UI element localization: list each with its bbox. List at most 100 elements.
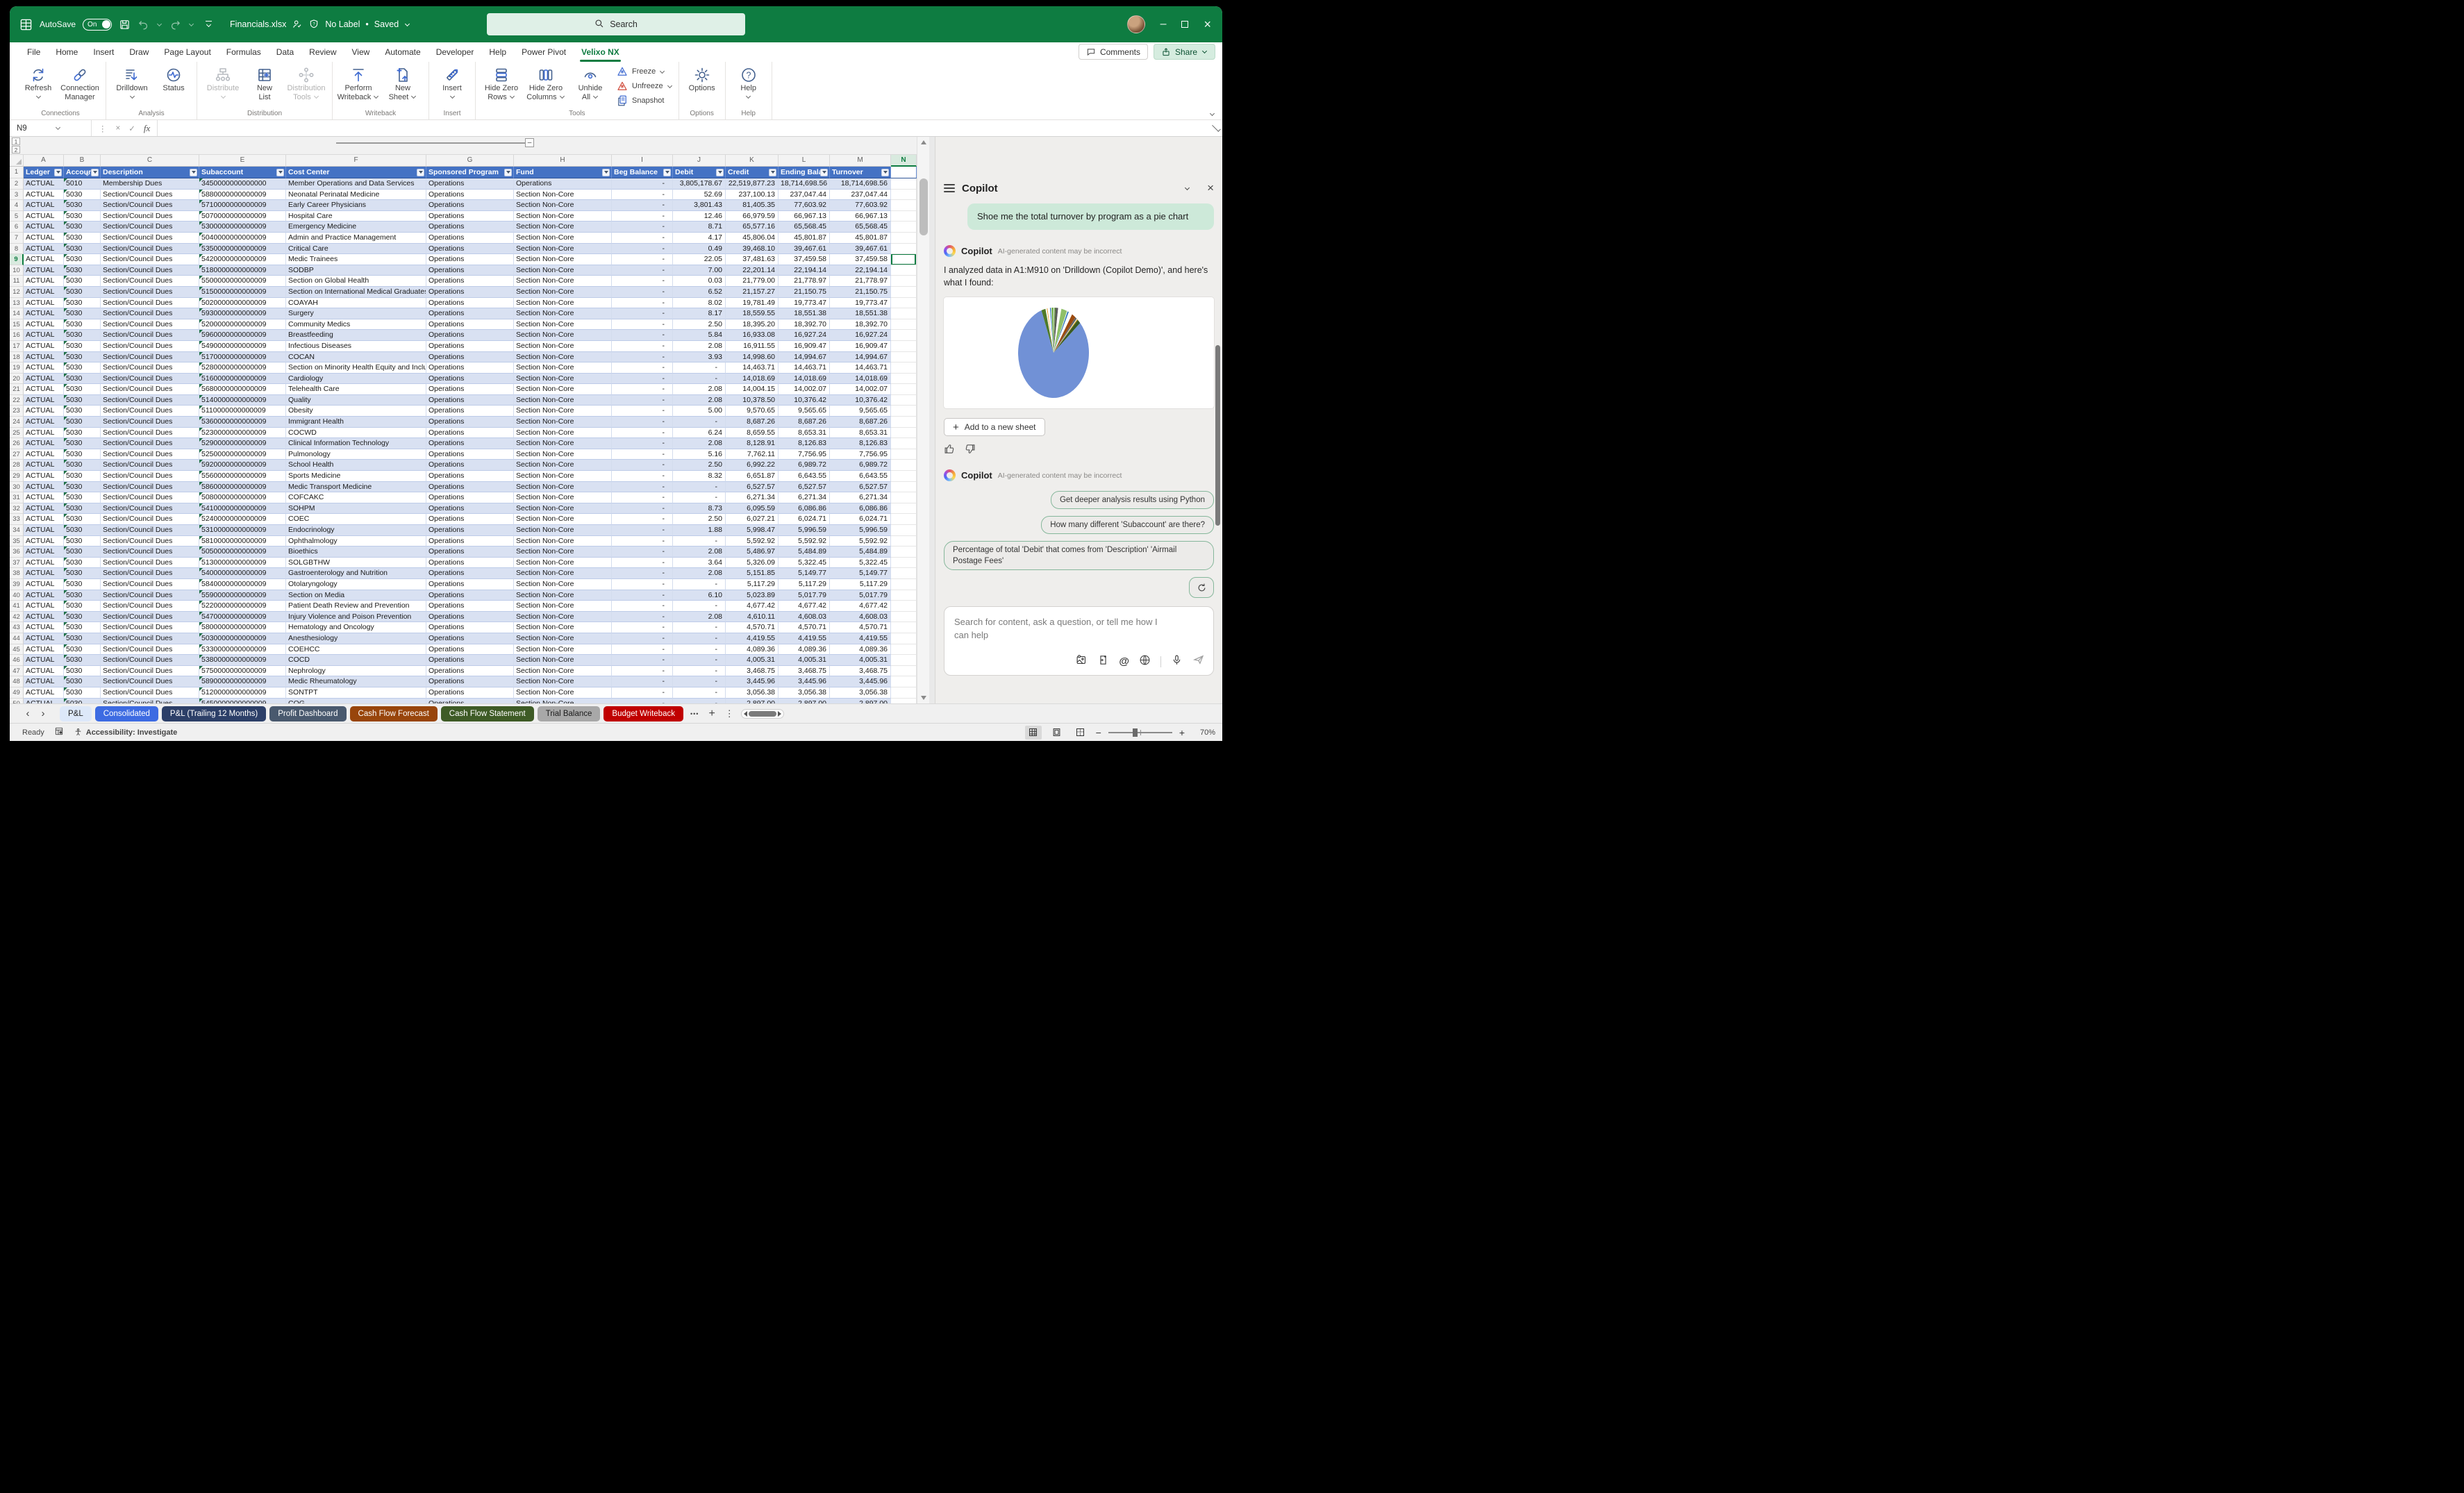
row-header-43[interactable]: 43 bbox=[10, 622, 24, 633]
cell-J40[interactable]: 6.10 bbox=[673, 590, 726, 601]
cell-I12[interactable]: - bbox=[612, 287, 673, 298]
cell-N35[interactable] bbox=[891, 536, 917, 547]
table-header-ledger[interactable]: Ledger bbox=[24, 167, 64, 178]
row-header-7[interactable]: 7 bbox=[10, 233, 24, 244]
cell-M43[interactable]: 4,570.71 bbox=[830, 622, 891, 633]
cell-G49[interactable]: Operations bbox=[426, 687, 514, 699]
cell-I35[interactable]: - bbox=[612, 536, 673, 547]
cell-A30[interactable]: ACTUAL bbox=[24, 482, 64, 493]
cell-K34[interactable]: 5,998.47 bbox=[726, 525, 779, 536]
cell-J47[interactable]: - bbox=[673, 666, 726, 677]
row-header-29[interactable]: 29 bbox=[10, 471, 24, 482]
cell-M13[interactable]: 19,773.47 bbox=[830, 298, 891, 309]
cell-E21[interactable]: 5680000000000009 bbox=[199, 384, 286, 395]
cell-L14[interactable]: 18,551.38 bbox=[779, 308, 830, 319]
cell-G31[interactable]: Operations bbox=[426, 492, 514, 503]
cell-A41[interactable]: ACTUAL bbox=[24, 601, 64, 612]
cell-N6[interactable] bbox=[891, 222, 917, 233]
cell-K14[interactable]: 18,559.55 bbox=[726, 308, 779, 319]
cell-L22[interactable]: 10,376.42 bbox=[779, 395, 830, 406]
cell-B40[interactable]: 5030 bbox=[64, 590, 101, 601]
cell-B5[interactable]: 5030 bbox=[64, 211, 101, 222]
cell-N28[interactable] bbox=[891, 460, 917, 471]
cell-F19[interactable]: Section on Minority Health Equity and In… bbox=[286, 362, 426, 374]
row-header-33[interactable]: 33 bbox=[10, 514, 24, 525]
cell-A36[interactable]: ACTUAL bbox=[24, 547, 64, 558]
new-list-button[interactable]: NewList bbox=[246, 63, 283, 102]
cell-J28[interactable]: 2.50 bbox=[673, 460, 726, 471]
cell-C47[interactable]: Section/Council Dues bbox=[101, 666, 199, 677]
new-sheet-button[interactable]: + bbox=[706, 708, 717, 720]
cell-B25[interactable]: 5030 bbox=[64, 428, 101, 439]
cell-B17[interactable]: 5030 bbox=[64, 341, 101, 352]
cell-C34[interactable]: Section/Council Dues bbox=[101, 525, 199, 536]
sheet-options-kebab[interactable]: ⋮ bbox=[722, 708, 737, 719]
cell-G27[interactable]: Operations bbox=[426, 449, 514, 460]
cell-B7[interactable]: 5030 bbox=[64, 233, 101, 244]
cell-I7[interactable]: - bbox=[612, 233, 673, 244]
sheet-tab-trial-balance[interactable]: Trial Balance bbox=[538, 706, 601, 722]
cell-J11[interactable]: 0.03 bbox=[673, 276, 726, 287]
zoom-slider-thumb[interactable] bbox=[1133, 728, 1138, 737]
cell-J48[interactable]: - bbox=[673, 676, 726, 687]
cell-I24[interactable]: - bbox=[612, 417, 673, 428]
copilot-collapse-icon[interactable] bbox=[1185, 185, 1190, 190]
cell-A13[interactable]: ACTUAL bbox=[24, 298, 64, 309]
cell-C37[interactable]: Section/Council Dues bbox=[101, 558, 199, 569]
cell-K2[interactable]: 22,519,877.23 bbox=[726, 178, 779, 190]
cell-I48[interactable]: - bbox=[612, 676, 673, 687]
row-header-5[interactable]: 5 bbox=[10, 211, 24, 222]
column-header-E[interactable]: E bbox=[199, 155, 286, 167]
row-header-22[interactable]: 22 bbox=[10, 395, 24, 406]
sheet-nav-right-icon[interactable]: › bbox=[38, 708, 49, 719]
cell-I34[interactable]: - bbox=[612, 525, 673, 536]
cell-A25[interactable]: ACTUAL bbox=[24, 428, 64, 439]
cell-M21[interactable]: 14,002.07 bbox=[830, 384, 891, 395]
cell-J16[interactable]: 5.84 bbox=[673, 330, 726, 341]
row-header-21[interactable]: 21 bbox=[10, 384, 24, 395]
cell-F48[interactable]: Medic Rheumatology bbox=[286, 676, 426, 687]
cell-H11[interactable]: Section Non-Core bbox=[514, 276, 612, 287]
cell-J21[interactable]: 2.08 bbox=[673, 384, 726, 395]
redo-dropdown-icon[interactable] bbox=[189, 21, 194, 26]
cell-J17[interactable]: 2.08 bbox=[673, 341, 726, 352]
cell-J22[interactable]: 2.08 bbox=[673, 395, 726, 406]
options-button[interactable]: Options bbox=[683, 63, 721, 93]
qat-customize-icon[interactable] bbox=[206, 21, 212, 28]
cell-F15[interactable]: Community Medics bbox=[286, 319, 426, 331]
cell-C15[interactable]: Section/Council Dues bbox=[101, 319, 199, 331]
cell-M5[interactable]: 66,967.13 bbox=[830, 211, 891, 222]
cell-L10[interactable]: 22,194.14 bbox=[779, 265, 830, 276]
cell-C44[interactable]: Section/Council Dues bbox=[101, 633, 199, 644]
cell-C2[interactable]: Membership Dues bbox=[101, 178, 199, 190]
cell-G45[interactable]: Operations bbox=[426, 644, 514, 656]
cell-E12[interactable]: 5150000000000009 bbox=[199, 287, 286, 298]
cell-K11[interactable]: 21,779.00 bbox=[726, 276, 779, 287]
row-header-2[interactable]: 2 bbox=[10, 178, 24, 190]
cell-F20[interactable]: Cardiology bbox=[286, 374, 426, 385]
column-header-G[interactable]: G bbox=[426, 155, 514, 167]
cell-B18[interactable]: 5030 bbox=[64, 352, 101, 363]
cell-J26[interactable]: 2.08 bbox=[673, 438, 726, 449]
cell-F31[interactable]: COFCAKC bbox=[286, 492, 426, 503]
comments-button[interactable]: Comments bbox=[1079, 44, 1148, 60]
cell-L30[interactable]: 6,527.57 bbox=[779, 482, 830, 493]
cell-B27[interactable]: 5030 bbox=[64, 449, 101, 460]
cell-E36[interactable]: 5050000000000009 bbox=[199, 547, 286, 558]
cell-A7[interactable]: ACTUAL bbox=[24, 233, 64, 244]
cell-B10[interactable]: 5030 bbox=[64, 265, 101, 276]
cell-G13[interactable]: Operations bbox=[426, 298, 514, 309]
cell-J29[interactable]: 8.32 bbox=[673, 471, 726, 482]
cell-J24[interactable]: - bbox=[673, 417, 726, 428]
cell-H15[interactable]: Section Non-Core bbox=[514, 319, 612, 331]
cell-K44[interactable]: 4,419.55 bbox=[726, 633, 779, 644]
cell-G30[interactable]: Operations bbox=[426, 482, 514, 493]
table-header-description[interactable]: Description bbox=[101, 167, 199, 178]
cell-F41[interactable]: Patient Death Review and Prevention bbox=[286, 601, 426, 612]
cell-L29[interactable]: 6,643.55 bbox=[779, 471, 830, 482]
cell-L32[interactable]: 6,086.86 bbox=[779, 503, 830, 515]
cell-F9[interactable]: Medic Trainees bbox=[286, 254, 426, 265]
cell-I46[interactable]: - bbox=[612, 655, 673, 666]
cell-L41[interactable]: 4,677.42 bbox=[779, 601, 830, 612]
cell-H20[interactable]: Section Non-Core bbox=[514, 374, 612, 385]
